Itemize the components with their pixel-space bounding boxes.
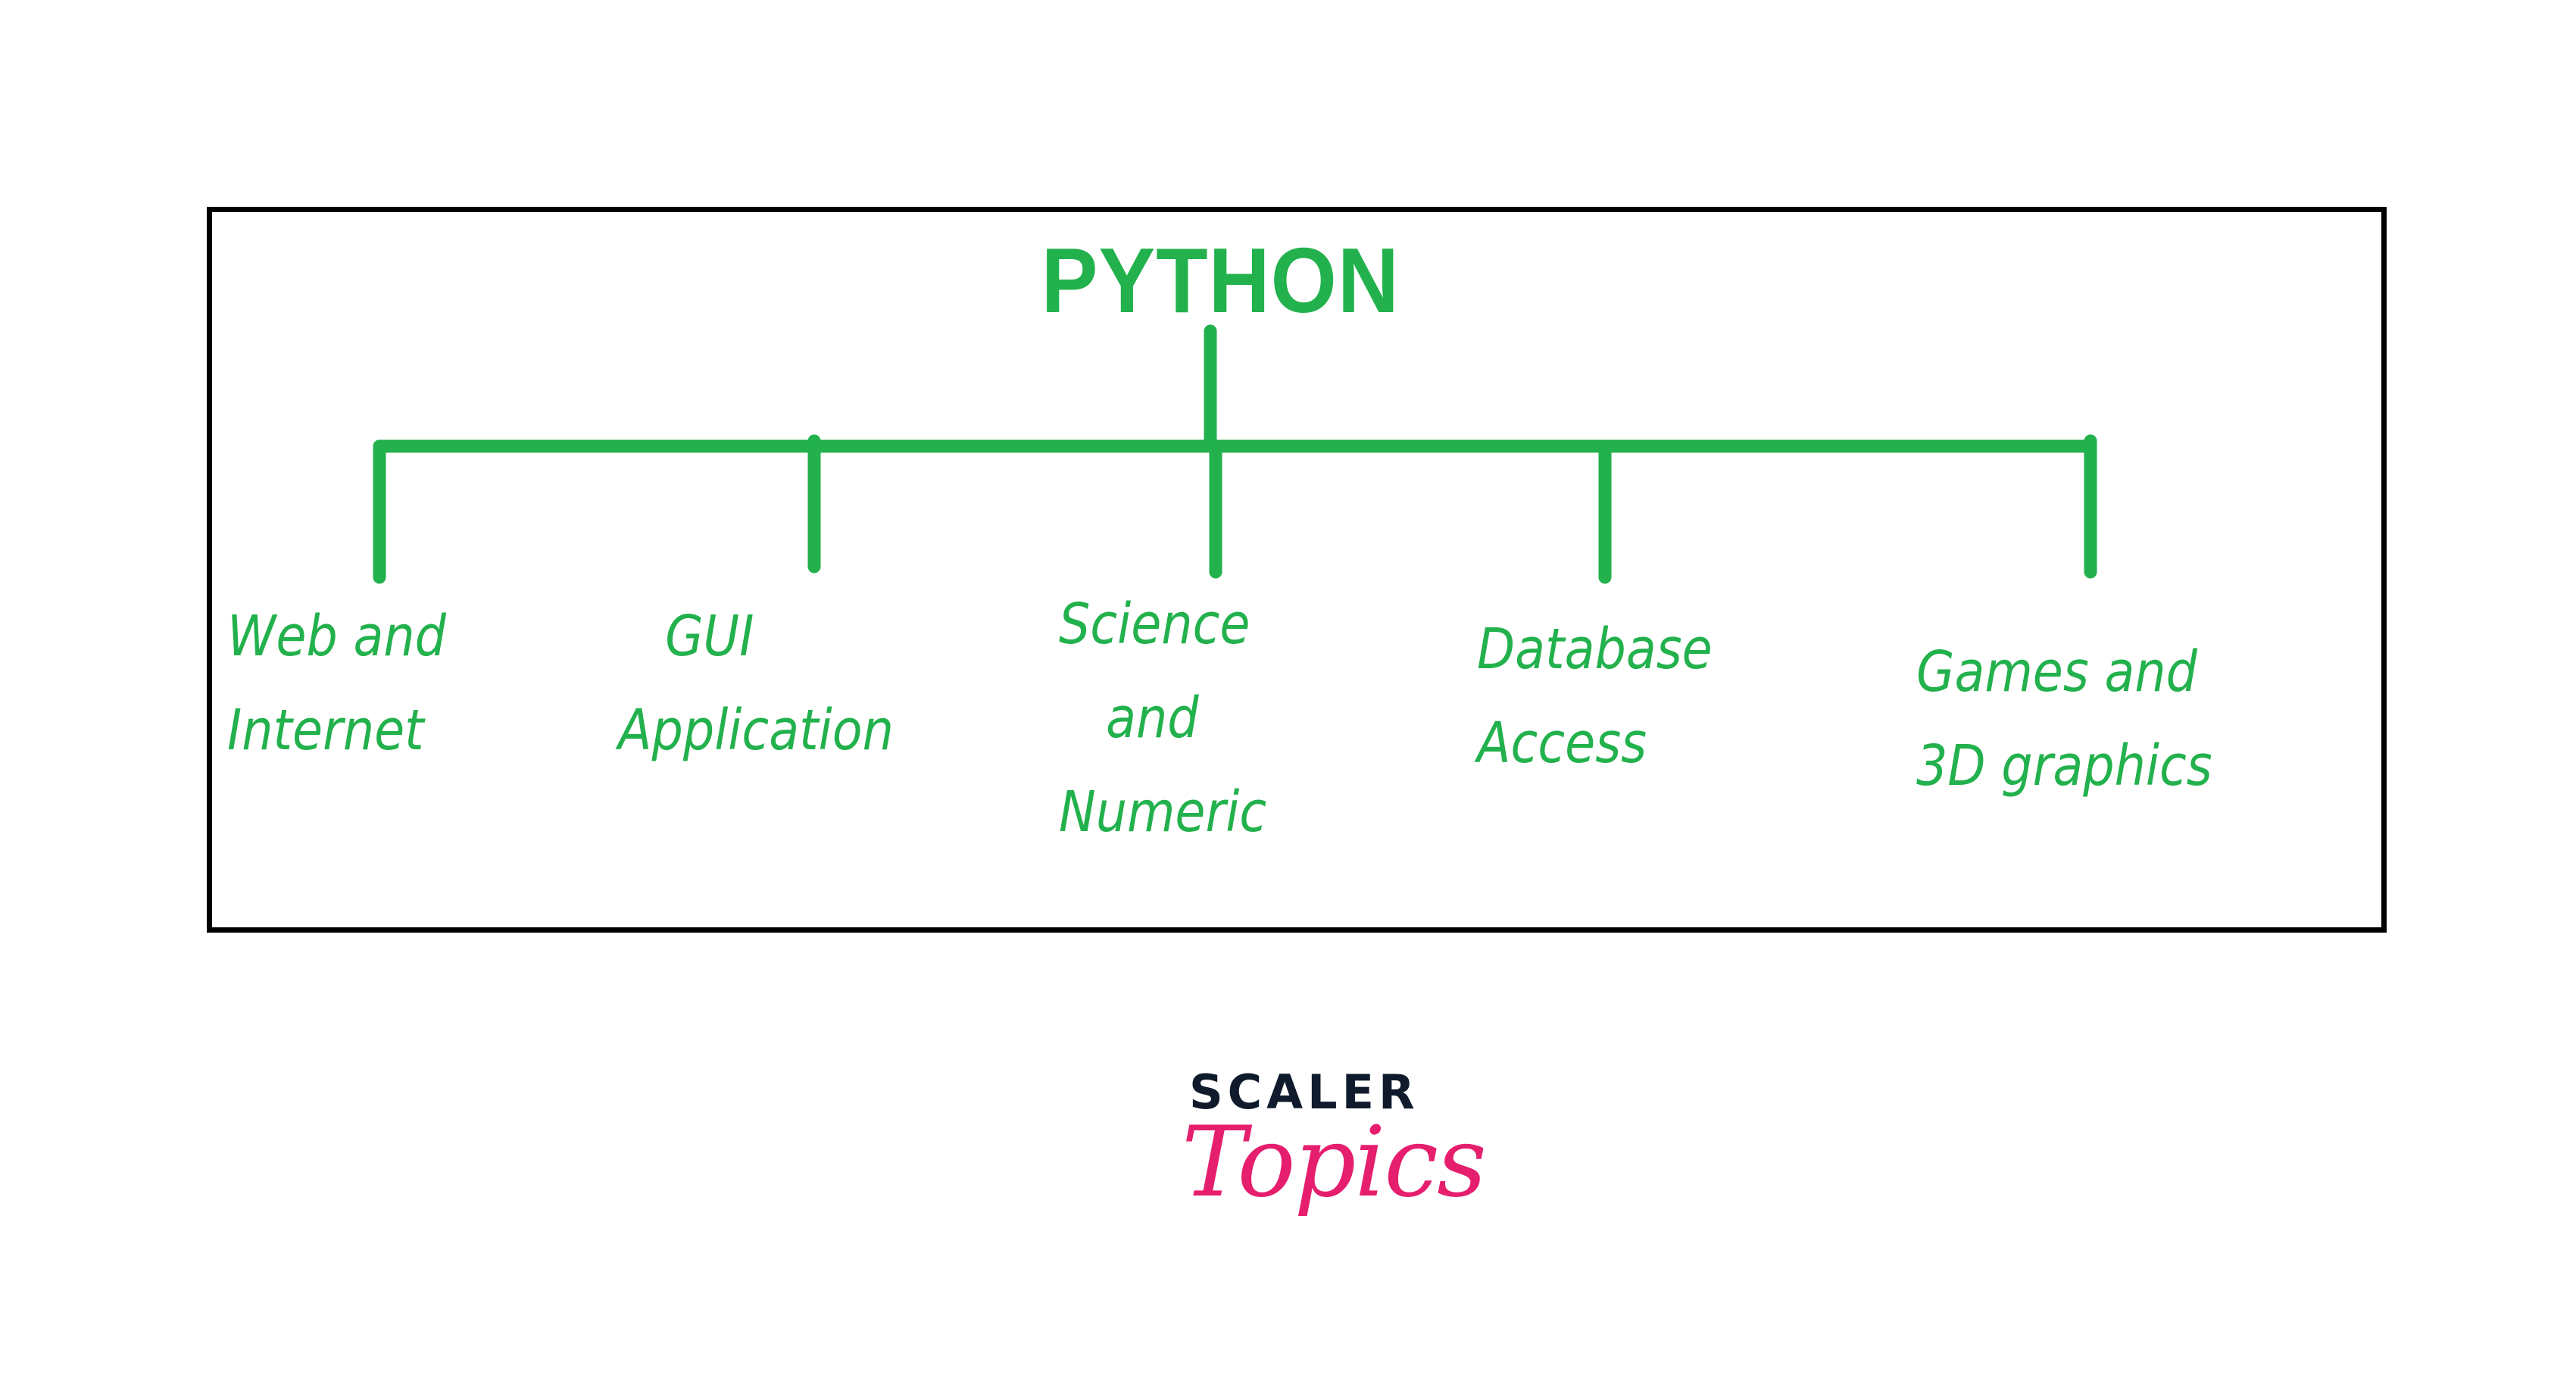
node-gui-application: GUI Application [618, 604, 894, 763]
node-database-access: Database Access [1477, 617, 1713, 776]
scaler-topics-logo: SCALER Topics [1182, 1064, 1487, 1261]
node-games-and-3d-graphics: Games and 3D graphics [1916, 639, 2212, 799]
root-node-python: PYTHON [1041, 229, 1400, 332]
logo-product-text: Topics [1182, 1106, 1487, 1219]
node-web-and-internet: Web and Internet [227, 604, 447, 763]
node-science-and-numeric: Science and Numeric [1059, 592, 1267, 845]
